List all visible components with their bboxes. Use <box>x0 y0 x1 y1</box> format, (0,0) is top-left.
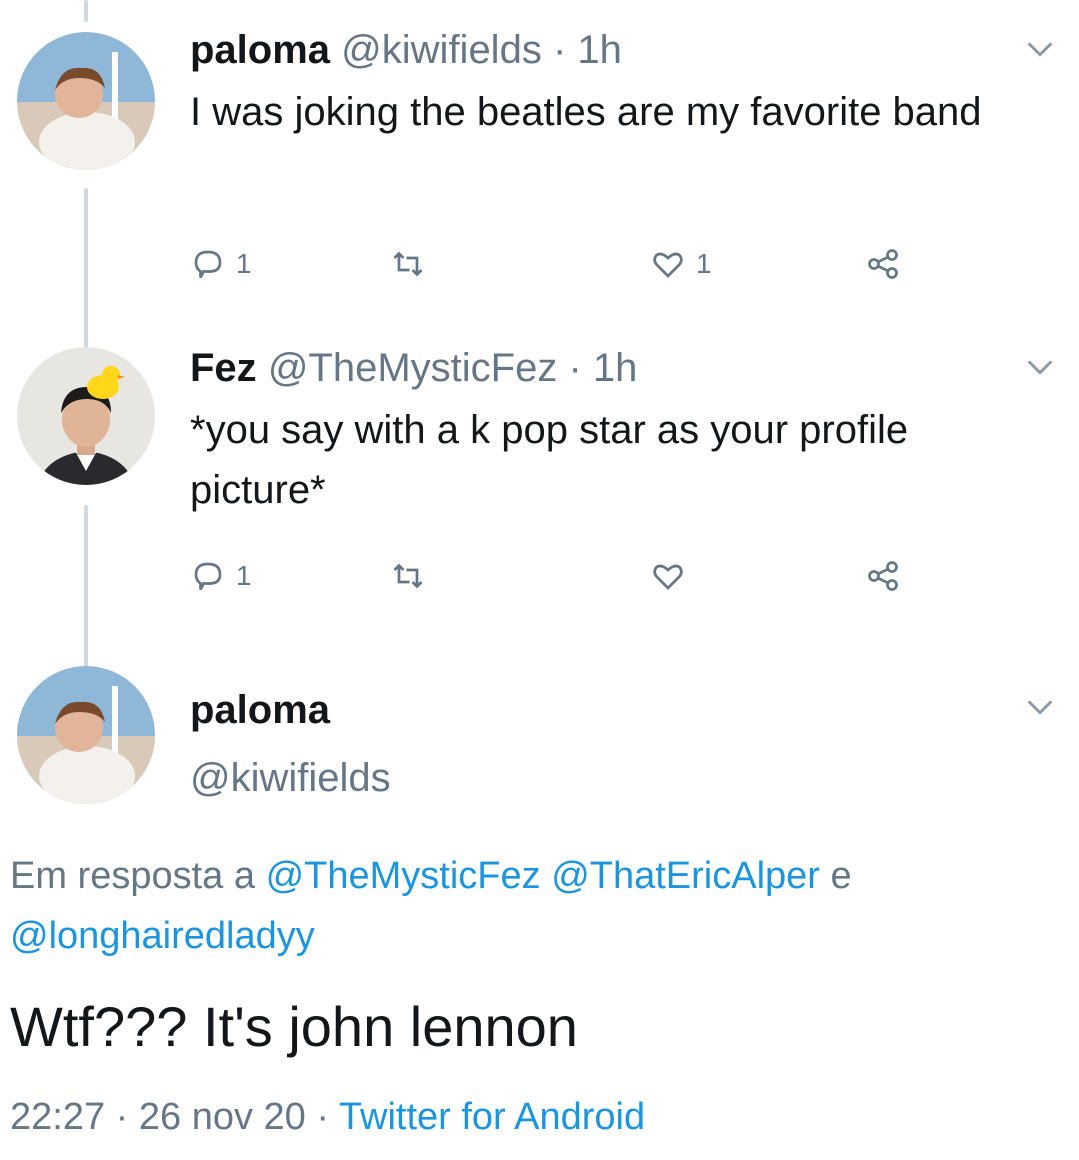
avatar[interactable] <box>17 666 155 804</box>
reply-context: Em resposta a @TheMysticFez @ThatEricAlp… <box>10 846 1070 966</box>
share-button[interactable] <box>865 556 901 596</box>
tweet-header: Fez @TheMysticFez · 1h <box>190 344 637 392</box>
tweet-text: *you say with a k pop star as your profi… <box>190 408 909 512</box>
reply-icon <box>190 246 226 282</box>
reply-count: 1 <box>236 560 252 591</box>
reply-conjunction: e <box>830 855 852 897</box>
avatar[interactable] <box>17 32 155 170</box>
author-handle[interactable]: @TheMysticFez <box>268 346 558 390</box>
separator: · <box>316 1096 330 1138</box>
tweet-text: Wtf??? It's john lennon <box>10 995 578 1058</box>
tweet-time: 22:27 <box>10 1096 106 1138</box>
mention-link[interactable]: @TheMysticFez <box>266 855 541 897</box>
reply-button[interactable]: 1 <box>190 244 252 284</box>
like-count: 1 <box>696 248 712 279</box>
separator: · <box>552 28 567 72</box>
reply-count: 1 <box>236 248 252 279</box>
like-button[interactable]: 1 <box>650 244 712 284</box>
tweet-text: I was joking the beatles are my favorite… <box>190 90 982 134</box>
author-handle[interactable]: @kiwifields <box>341 28 542 72</box>
separator: · <box>115 1096 129 1138</box>
reply-icon <box>190 558 226 594</box>
separator: · <box>568 346 582 390</box>
timestamp[interactable]: 1h <box>577 28 622 72</box>
retweet-button[interactable] <box>390 556 436 596</box>
share-icon <box>865 558 901 594</box>
tweet-header: paloma @kiwifields · 1h <box>190 26 622 74</box>
main-tweet: paloma @kiwifields Em resposta a @TheMys… <box>0 650 1079 1160</box>
caret-down-icon[interactable] <box>1023 350 1057 384</box>
reply-prefix: Em resposta a <box>10 855 255 897</box>
author-name[interactable]: Fez <box>190 346 257 390</box>
caret-down-icon[interactable] <box>1023 32 1057 66</box>
timestamp[interactable]: 1h <box>593 346 638 390</box>
tweet-meta: 22:27 · 26 nov 20 · Twitter for Android <box>10 1092 645 1142</box>
tweet[interactable]: paloma @kiwifields · 1h I was joking the… <box>0 0 1079 330</box>
reply-button[interactable]: 1 <box>190 556 252 596</box>
tweet-source[interactable]: Twitter for Android <box>339 1096 645 1138</box>
tweet[interactable]: Fez @TheMysticFez · 1h *you say with a k… <box>0 330 1079 650</box>
mention-link[interactable]: @longhairedladyy <box>10 915 315 957</box>
mention-link[interactable]: @ThatEricAlper <box>551 855 820 897</box>
author-name[interactable]: paloma <box>190 686 330 734</box>
share-button[interactable] <box>865 244 901 284</box>
avatar[interactable] <box>17 347 155 485</box>
author-name[interactable]: paloma <box>190 28 330 72</box>
retweet-icon <box>390 246 426 282</box>
like-button[interactable] <box>650 556 696 596</box>
like-icon <box>650 246 686 282</box>
retweet-button[interactable] <box>390 244 436 284</box>
caret-down-icon[interactable] <box>1023 690 1057 724</box>
retweet-icon <box>390 558 426 594</box>
like-icon <box>650 558 686 594</box>
tweet-date: 26 nov 20 <box>138 1096 306 1138</box>
author-handle[interactable]: @kiwifields <box>190 754 391 802</box>
share-icon <box>865 246 901 282</box>
